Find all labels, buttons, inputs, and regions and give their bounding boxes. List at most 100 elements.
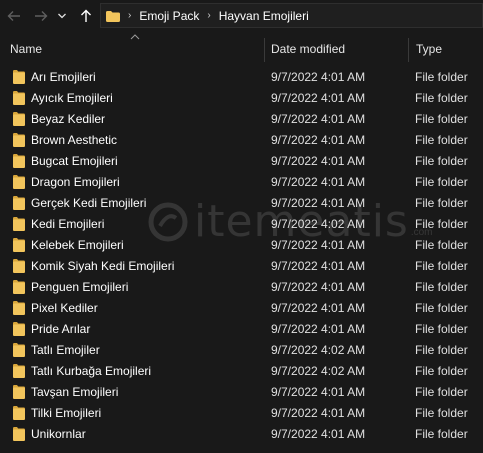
file-type: File folder xyxy=(415,280,468,294)
file-name: Beyaz Kediler xyxy=(31,112,106,126)
recent-locations-button[interactable] xyxy=(55,6,69,26)
file-type: File folder xyxy=(415,70,468,84)
folder-icon xyxy=(13,259,25,276)
chevron-right-icon: › xyxy=(207,10,211,21)
file-type: File folder xyxy=(415,196,468,210)
address-bar[interactable]: › Emoji Pack › Hayvan Emojileri xyxy=(100,3,483,28)
file-row[interactable]: Ayıcık Emojileri 9/7/2022 4:01 AM File fol… xyxy=(0,88,483,109)
file-row[interactable]: Pixel Kediler 9/7/2022 4:01 AM File folder xyxy=(0,298,483,319)
file-type: File folder xyxy=(415,217,468,231)
file-type: File folder xyxy=(415,91,468,105)
file-date-modified: 9/7/2022 4:02 AM xyxy=(271,364,366,378)
file-row[interactable]: Tatlı Kurbağa Emojileri 9/7/2022 4:02 AM F… xyxy=(0,361,483,382)
file-date-modified: 9/7/2022 4:01 AM xyxy=(271,301,366,315)
file-name: Kelebek Emojileri xyxy=(31,238,124,252)
file-name: Ayıcık Emojileri xyxy=(31,91,113,105)
column-divider[interactable] xyxy=(408,38,409,62)
file-row[interactable]: Arı Emojileri 9/7/2022 4:01 AM File folder xyxy=(0,67,483,88)
file-type: File folder xyxy=(415,175,468,189)
column-header-date-modified[interactable]: Date modified xyxy=(271,38,345,60)
back-button[interactable] xyxy=(4,6,24,26)
folder-icon xyxy=(13,112,25,129)
file-date-modified: 9/7/2022 4:01 AM xyxy=(271,385,366,399)
folder-icon xyxy=(13,364,25,381)
sort-ascending-icon xyxy=(130,34,140,40)
file-name: Gerçek Kedi Emojileri xyxy=(31,196,147,210)
file-date-modified: 9/7/2022 4:01 AM xyxy=(271,322,366,336)
column-header-name[interactable]: Name xyxy=(10,38,42,60)
file-type: File folder xyxy=(415,259,468,273)
column-divider[interactable] xyxy=(264,38,265,62)
file-row[interactable]: Komik Siyah Kedi Emojileri 9/7/2022 4:01 … xyxy=(0,256,483,277)
file-row[interactable]: Penguen Emojileri 9/7/2022 4:01 AM File fo… xyxy=(0,277,483,298)
file-row[interactable]: Tavşan Emojileri 9/7/2022 4:01 AM File fol… xyxy=(0,382,483,403)
folder-icon xyxy=(13,217,25,234)
file-date-modified: 9/7/2022 4:01 AM xyxy=(271,70,366,84)
file-date-modified: 9/7/2022 4:01 AM xyxy=(271,154,366,168)
file-name: Pride Arılar xyxy=(31,322,91,336)
file-date-modified: 9/7/2022 4:01 AM xyxy=(271,280,366,294)
file-date-modified: 9/7/2022 4:01 AM xyxy=(271,112,366,126)
file-name: Arı Emojileri xyxy=(31,70,96,84)
file-row[interactable]: Beyaz Kediler 9/7/2022 4:01 AM File folder xyxy=(0,109,483,130)
up-button[interactable] xyxy=(76,6,96,26)
file-row[interactable]: Brown Aesthetic 9/7/2022 4:01 AM File fold… xyxy=(0,130,483,151)
file-type: File folder xyxy=(415,343,468,357)
file-row[interactable]: Dragon Emojileri 9/7/2022 4:01 AM File fol… xyxy=(0,172,483,193)
folder-icon xyxy=(13,406,25,423)
forward-button[interactable] xyxy=(31,6,51,26)
file-type: File folder xyxy=(415,427,468,441)
file-row[interactable]: Bugcat Emojileri 9/7/2022 4:01 AM File fol… xyxy=(0,151,483,172)
file-name: Tilki Emojileri xyxy=(31,406,102,420)
file-row[interactable]: Tatlı Emojiler 9/7/2022 4:02 AM File folde… xyxy=(0,340,483,361)
file-type: File folder xyxy=(415,238,468,252)
column-header-type[interactable]: Type xyxy=(416,38,442,60)
file-date-modified: 9/7/2022 4:01 AM xyxy=(271,196,366,210)
file-row[interactable]: Unikornlar 9/7/2022 4:01 AM File folder xyxy=(0,424,483,445)
file-name: Bugcat Emojileri xyxy=(31,154,118,168)
file-name: Unikornlar xyxy=(31,427,86,441)
breadcrumb-hayvan-emojileri[interactable]: Hayvan Emojileri xyxy=(219,9,309,23)
arrow-left-icon xyxy=(7,11,20,21)
file-type: File folder xyxy=(415,406,468,420)
navigation-bar: › Emoji Pack › Hayvan Emojileri xyxy=(0,0,483,32)
file-name: Brown Aesthetic xyxy=(31,133,118,147)
file-name: Tatlı Emojiler xyxy=(31,343,100,357)
file-name: Tatlı Kurbağa Emojileri xyxy=(31,364,152,378)
folder-icon xyxy=(13,91,25,108)
file-name: Pixel Kediler xyxy=(31,301,98,315)
folder-icon xyxy=(13,343,25,360)
file-date-modified: 9/7/2022 4:01 AM xyxy=(271,175,366,189)
folder-icon xyxy=(13,133,25,150)
file-row[interactable]: Pride Arılar 9/7/2022 4:01 AM File folder xyxy=(0,319,483,340)
file-date-modified: 9/7/2022 4:01 AM xyxy=(271,238,366,252)
file-type: File folder xyxy=(415,112,468,126)
file-date-modified: 9/7/2022 4:01 AM xyxy=(271,406,366,420)
file-row[interactable]: Gerçek Kedi Emojileri 9/7/2022 4:01 AM Fil… xyxy=(0,193,483,214)
file-type: File folder xyxy=(415,154,468,168)
file-name: Dragon Emojileri xyxy=(31,175,120,189)
file-row[interactable]: Kedi Emojileri 9/7/2022 4:02 AM File folde… xyxy=(0,214,483,235)
file-date-modified: 9/7/2022 4:01 AM xyxy=(271,259,366,273)
file-type: File folder xyxy=(415,322,468,336)
file-name: Komik Siyah Kedi Emojileri xyxy=(31,259,175,273)
file-name: Tavşan Emojileri xyxy=(31,385,119,399)
folder-icon xyxy=(13,322,25,339)
file-row[interactable]: Kelebek Emojileri 9/7/2022 4:01 AM File fo… xyxy=(0,235,483,256)
arrow-right-icon xyxy=(35,11,48,21)
column-header-row: Name Date modified Type xyxy=(0,34,483,62)
folder-icon xyxy=(13,280,25,297)
file-name: Penguen Emojileri xyxy=(31,280,129,294)
file-type: File folder xyxy=(415,385,468,399)
chevron-down-icon xyxy=(58,13,66,19)
folder-icon xyxy=(13,70,25,87)
file-date-modified: 9/7/2022 4:02 AM xyxy=(271,343,366,357)
folder-icon xyxy=(13,427,25,444)
file-type: File folder xyxy=(415,133,468,147)
breadcrumb-emoji-pack[interactable]: Emoji Pack xyxy=(139,9,199,23)
file-date-modified: 9/7/2022 4:01 AM xyxy=(271,427,366,441)
file-row[interactable]: Tilki Emojileri 9/7/2022 4:01 AM File fold… xyxy=(0,403,483,424)
file-date-modified: 9/7/2022 4:02 AM xyxy=(271,217,366,231)
folder-icon xyxy=(13,196,25,213)
file-type: File folder xyxy=(415,364,468,378)
